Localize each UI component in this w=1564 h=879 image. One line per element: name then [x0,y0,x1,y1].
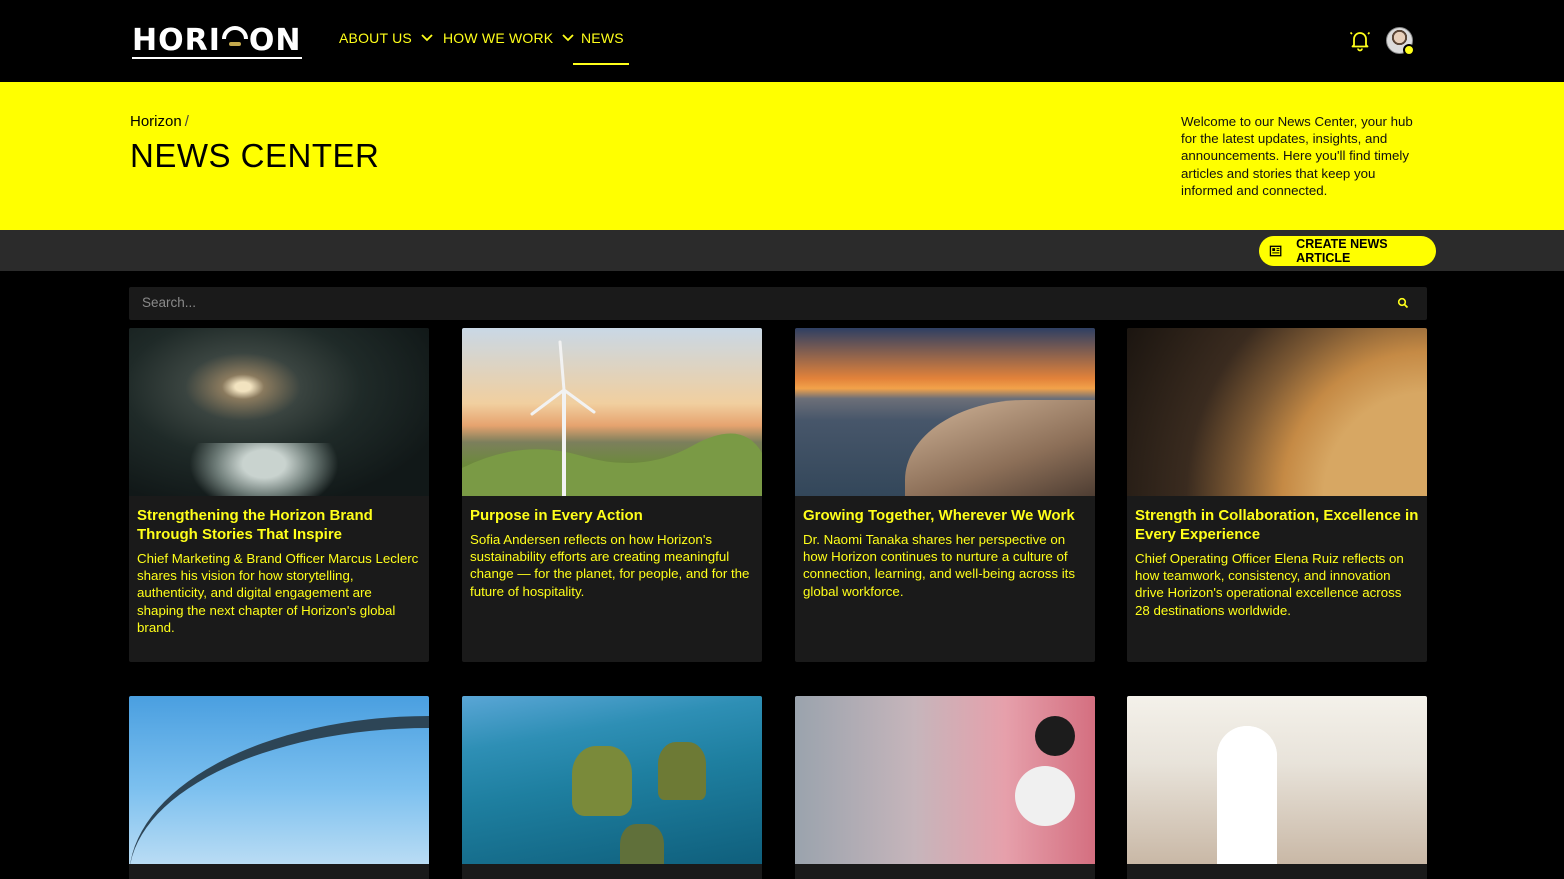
article-title: Strengthening the Horizon Brand Through … [137,507,373,543]
nav-news[interactable]: NEWS [581,30,624,46]
hero-description: Welcome to our News Center, your hub for… [1181,114,1413,198]
article-title: Purpose in Every Action [470,507,643,524]
nav-active-indicator [573,63,629,65]
nav-news-label: NEWS [581,30,624,46]
article-image [795,328,1095,496]
article-card[interactable]: Strength in Collaboration, Excellence in… [1127,328,1427,662]
article-summary: Chief Marketing & Brand Officer Marcus L… [137,551,419,635]
search-icon[interactable] [1397,297,1409,309]
wind-turbine-graphic [462,340,762,496]
article-title: Growing Together, Wherever We Work [803,507,1075,524]
bell-icon[interactable] [1348,28,1372,52]
article-card[interactable] [129,696,429,879]
nav-about-us-label: ABOUT US [339,30,412,46]
newspaper-icon [1269,245,1282,257]
article-image [1127,328,1427,496]
article-image [462,328,762,496]
page-title: NEWS CENTER [130,137,380,174]
hero-banner: Horizon / NEWS CENTER Welcome to our News… [0,82,1564,230]
nav-about-us[interactable]: ABOUT US [339,30,434,46]
action-bar: CREATE NEWS ARTICLE [0,230,1564,271]
search-bar [129,287,1427,320]
horizon-logo[interactable]: HORI ON [132,23,302,59]
article-summary: Sofia Andersen reflects on how Horizon's… [470,532,750,599]
user-avatar[interactable] [1386,27,1415,56]
settings-gear-icon [1403,44,1415,56]
article-card[interactable]: Purpose in Every Action Sofia Andersen r… [462,328,762,662]
article-card[interactable]: Growing Together, Wherever We Work Dr. N… [795,328,1095,662]
article-card[interactable]: Strengthening the Horizon Brand Through … [129,328,429,662]
article-image [462,696,762,864]
create-news-article-button[interactable]: CREATE NEWS ARTICLE [1259,236,1436,266]
nav-how-we-work-label: HOW WE WORK [443,30,554,46]
article-card[interactable] [462,696,762,879]
article-card[interactable] [1127,696,1427,879]
article-image [1127,696,1427,864]
article-title: Strength in Collaboration, Excellence in… [1135,507,1419,543]
nav-how-we-work[interactable]: HOW WE WORK [443,30,575,46]
article-image [795,696,1095,864]
article-image [129,696,429,864]
logo-ring-icon [221,25,248,52]
article-summary: Dr. Naomi Tanaka shares her perspective … [803,532,1076,599]
article-card[interactable] [795,696,1095,879]
breadcrumb: Horizon / [130,113,189,130]
breadcrumb-home-link[interactable]: Horizon [130,113,182,130]
chevron-down-icon [421,34,433,42]
search-input[interactable] [142,295,1342,310]
top-navigation: HORI ON ABOUT US HOW WE WORK NEWS [0,0,1564,82]
create-news-article-label: CREATE NEWS ARTICLE [1296,237,1388,265]
chevron-down-icon [562,34,574,42]
article-image [129,328,429,496]
breadcrumb-separator: / [184,113,189,130]
article-summary: Chief Operating Officer Elena Ruiz refle… [1135,551,1404,618]
